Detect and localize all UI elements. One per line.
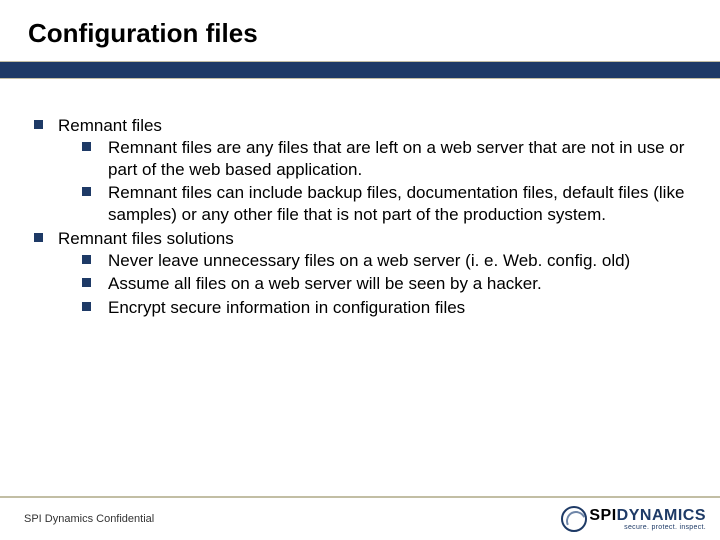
logo-brand-part2: DYNAMICS	[617, 508, 706, 524]
sub-list: Never leave unnecessary files on a web s…	[58, 250, 686, 319]
sub-list: Remnant files are any files that are lef…	[58, 137, 686, 226]
list-item: Remnant files Remnant files are any file…	[34, 115, 686, 226]
slide-title: Configuration files	[28, 18, 720, 49]
title-area: Configuration files	[0, 0, 720, 55]
list-item-label: Remnant files	[58, 116, 162, 135]
square-bullet-icon	[82, 278, 91, 287]
logo-text: SPI DYNAMICS secure. protect. inspect.	[589, 508, 706, 531]
slide: Configuration files Remnant files Remnan…	[0, 0, 720, 540]
list-item: Never leave unnecessary files on a web s…	[82, 250, 686, 272]
list-item-text: Remnant files are any files that are lef…	[108, 138, 684, 179]
list-item: Remnant files can include backup files, …	[82, 182, 686, 226]
square-bullet-icon	[34, 233, 43, 242]
company-logo: SPI DYNAMICS secure. protect. inspect.	[561, 506, 706, 532]
list-item-text: Assume all files on a web server will be…	[108, 274, 542, 293]
logo-brand: SPI DYNAMICS	[589, 508, 706, 524]
logo-brand-part1: SPI	[589, 508, 616, 524]
square-bullet-icon	[34, 120, 43, 129]
confidential-label: SPI Dynamics Confidential	[24, 513, 154, 525]
list-item: Assume all files on a web server will be…	[82, 273, 686, 295]
list-item-label: Remnant files solutions	[58, 229, 234, 248]
logo-tagline: secure. protect. inspect.	[624, 524, 706, 531]
list-item-text: Encrypt secure information in configurat…	[108, 298, 465, 317]
logo-mark-icon	[561, 506, 587, 532]
square-bullet-icon	[82, 255, 91, 264]
content-area: Remnant files Remnant files are any file…	[0, 79, 720, 319]
square-bullet-icon	[82, 302, 91, 311]
footer: SPI Dynamics Confidential SPI DYNAMICS s…	[0, 496, 720, 540]
list-item-text: Never leave unnecessary files on a web s…	[108, 251, 630, 270]
square-bullet-icon	[82, 142, 91, 151]
title-bar	[0, 61, 720, 79]
list-item: Remnant files are any files that are lef…	[82, 137, 686, 181]
list-item: Encrypt secure information in configurat…	[82, 297, 686, 319]
square-bullet-icon	[82, 187, 91, 196]
list-item-text: Remnant files can include backup files, …	[108, 183, 684, 224]
list-item: Remnant files solutions Never leave unne…	[34, 228, 686, 319]
